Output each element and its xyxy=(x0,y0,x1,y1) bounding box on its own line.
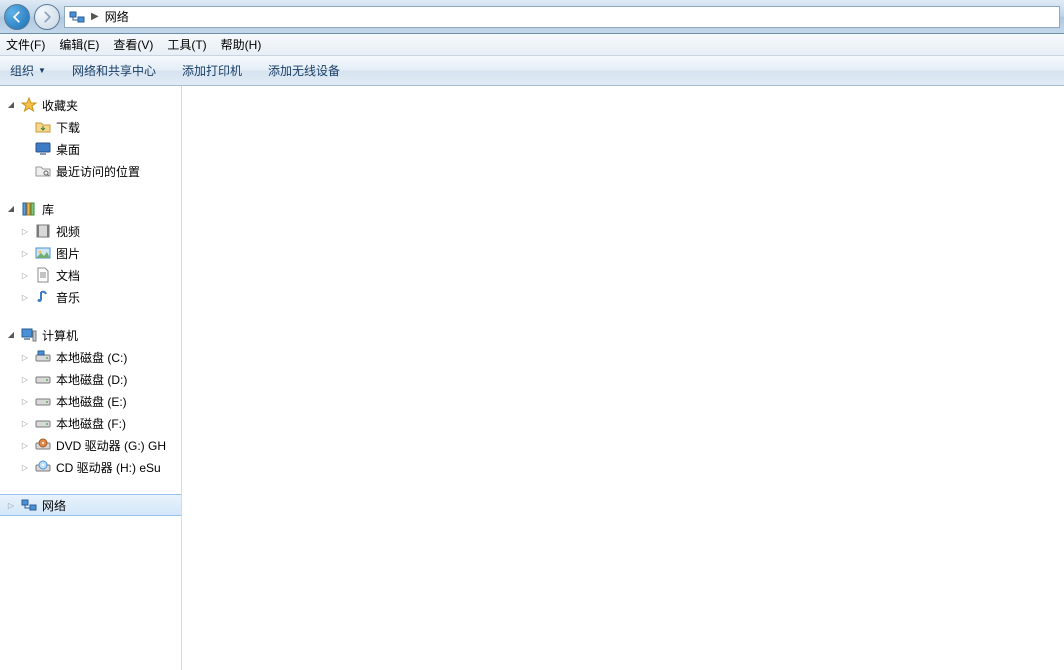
documents-icon xyxy=(35,267,51,283)
navigation-pane: 收藏夹 下载 桌面 最近访问的位置 xyxy=(0,86,182,670)
tree-label: 视频 xyxy=(56,223,80,240)
menu-help[interactable]: 帮助(H) xyxy=(221,36,262,53)
desktop-icon xyxy=(35,141,51,157)
libraries-icon xyxy=(21,201,37,217)
expander-icon[interactable] xyxy=(20,292,30,302)
tree-node-cd[interactable]: CD 驱动器 (H:) eSu xyxy=(0,456,181,478)
breadcrumb-location[interactable]: 网络 xyxy=(105,8,129,25)
toolbar-organize[interactable]: 组织 ▼ xyxy=(10,62,46,79)
tree-label: 收藏夹 xyxy=(42,97,78,114)
tree-label: 本地磁盘 (E:) xyxy=(56,393,127,410)
tree-node-favorites[interactable]: 收藏夹 xyxy=(0,94,181,116)
expander-icon[interactable] xyxy=(20,352,30,362)
computer-icon xyxy=(21,327,37,343)
tree-label: 下载 xyxy=(56,119,80,136)
tree-group-favorites: 收藏夹 下载 桌面 最近访问的位置 xyxy=(0,94,181,182)
expander-icon[interactable] xyxy=(20,226,30,236)
videos-icon xyxy=(35,223,51,239)
tree-node-downloads[interactable]: 下载 xyxy=(0,116,181,138)
tree-node-music[interactable]: 音乐 xyxy=(0,286,181,308)
expander-icon[interactable] xyxy=(20,374,30,384)
tree-group-computer: 计算机 本地磁盘 (C:) 本地磁盘 (D:) xyxy=(0,324,181,478)
expander-icon[interactable] xyxy=(6,330,16,340)
tree-node-network[interactable]: 网络 xyxy=(0,494,181,516)
menu-edit[interactable]: 编辑(E) xyxy=(59,36,99,53)
toolbar-organize-label: 组织 xyxy=(10,62,34,79)
expander-icon[interactable] xyxy=(6,100,16,110)
expander-icon[interactable] xyxy=(6,204,16,214)
drive-icon xyxy=(35,393,51,409)
favorites-icon xyxy=(21,97,37,113)
tree-group-network: 网络 xyxy=(0,494,181,516)
cd-drive-icon xyxy=(35,459,51,475)
tree-label: 文档 xyxy=(56,267,80,284)
tree-node-videos[interactable]: 视频 xyxy=(0,220,181,242)
tree-label: 本地磁盘 (C:) xyxy=(56,349,127,366)
menu-tools[interactable]: 工具(T) xyxy=(167,36,206,53)
tree-label: 音乐 xyxy=(56,289,80,306)
menu-view[interactable]: 查看(V) xyxy=(113,36,153,53)
system-drive-icon xyxy=(35,349,51,365)
expander-icon[interactable] xyxy=(20,440,30,450)
network-icon xyxy=(21,497,37,513)
tree-label: 图片 xyxy=(56,245,80,262)
tree-node-computer[interactable]: 计算机 xyxy=(0,324,181,346)
tree-label: 本地磁盘 (D:) xyxy=(56,371,127,388)
back-button[interactable] xyxy=(4,4,30,30)
content-pane[interactable] xyxy=(182,86,1064,670)
tree-label: 最近访问的位置 xyxy=(56,163,140,180)
toolbar-add-printer-label: 添加打印机 xyxy=(182,62,242,79)
tree-node-documents[interactable]: 文档 xyxy=(0,264,181,286)
tree-node-drive-f[interactable]: 本地磁盘 (F:) xyxy=(0,412,181,434)
drive-icon xyxy=(35,415,51,431)
toolbar: 组织 ▼ 网络和共享中心 添加打印机 添加无线设备 xyxy=(0,56,1064,86)
breadcrumb-separator-icon: ▶ xyxy=(91,11,99,22)
expander-icon[interactable] xyxy=(20,418,30,428)
tree-label: 网络 xyxy=(42,497,66,514)
toolbar-add-wireless-label: 添加无线设备 xyxy=(268,62,340,79)
tree-node-libraries[interactable]: 库 xyxy=(0,198,181,220)
tree-node-dvd[interactable]: DVD 驱动器 (G:) GH xyxy=(0,434,181,456)
tree-node-recent[interactable]: 最近访问的位置 xyxy=(0,160,181,182)
tree-label: 库 xyxy=(42,201,54,218)
tree-label: 计算机 xyxy=(42,327,78,344)
pictures-icon xyxy=(35,245,51,261)
tree-label: DVD 驱动器 (G:) GH xyxy=(56,437,166,454)
toolbar-network-center-label: 网络和共享中心 xyxy=(72,62,156,79)
tree-label: CD 驱动器 (H:) eSu xyxy=(56,459,161,476)
tree-node-desktop[interactable]: 桌面 xyxy=(0,138,181,160)
expander-icon[interactable] xyxy=(20,462,30,472)
dropdown-icon: ▼ xyxy=(38,66,46,75)
expander-icon[interactable] xyxy=(20,248,30,258)
tree-group-libraries: 库 视频 图片 文档 xyxy=(0,198,181,308)
drive-icon xyxy=(35,371,51,387)
tree-node-pictures[interactable]: 图片 xyxy=(0,242,181,264)
music-icon xyxy=(35,289,51,305)
main-area: 收藏夹 下载 桌面 最近访问的位置 xyxy=(0,86,1064,670)
nav-bar: ▶ 网络 xyxy=(0,0,1064,34)
tree-node-drive-e[interactable]: 本地磁盘 (E:) xyxy=(0,390,181,412)
menu-file[interactable]: 文件(F) xyxy=(6,36,45,53)
toolbar-network-center[interactable]: 网络和共享中心 xyxy=(72,62,156,79)
tree-node-drive-c[interactable]: 本地磁盘 (C:) xyxy=(0,346,181,368)
toolbar-add-printer[interactable]: 添加打印机 xyxy=(182,62,242,79)
network-icon xyxy=(69,9,85,25)
dvd-drive-icon xyxy=(35,437,51,453)
tree-node-drive-d[interactable]: 本地磁盘 (D:) xyxy=(0,368,181,390)
expander-icon[interactable] xyxy=(6,500,16,510)
menu-bar: 文件(F) 编辑(E) 查看(V) 工具(T) 帮助(H) xyxy=(0,34,1064,56)
expander-icon[interactable] xyxy=(20,396,30,406)
recent-places-icon xyxy=(35,163,51,179)
downloads-icon xyxy=(35,119,51,135)
toolbar-add-wireless[interactable]: 添加无线设备 xyxy=(268,62,340,79)
tree-label: 本地磁盘 (F:) xyxy=(56,415,126,432)
tree-label: 桌面 xyxy=(56,141,80,158)
expander-icon[interactable] xyxy=(20,270,30,280)
address-bar[interactable]: ▶ 网络 xyxy=(64,6,1060,28)
forward-button[interactable] xyxy=(34,4,60,30)
